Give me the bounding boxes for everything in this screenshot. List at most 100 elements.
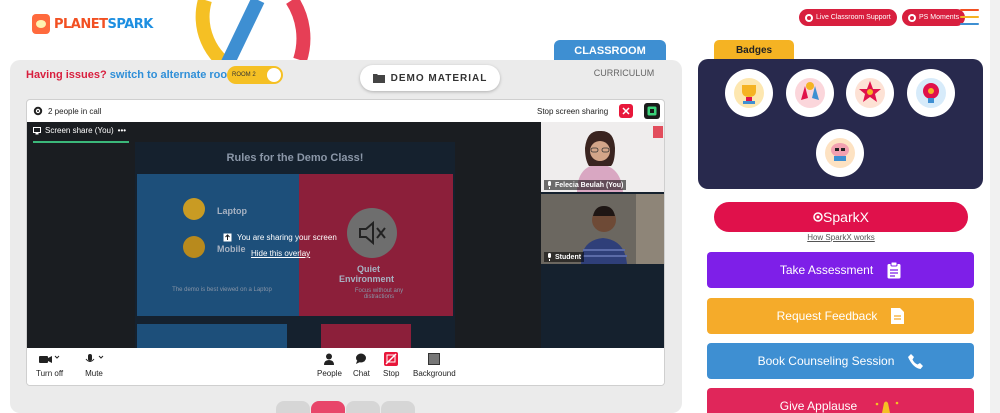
camera-icon [38, 355, 59, 363]
shared-slide: Rules for the Demo Class! Laptop Mobile … [135, 142, 455, 348]
trophy-badge-icon[interactable] [725, 69, 773, 117]
microphone-icon [85, 354, 104, 362]
hamburger-menu-icon[interactable] [960, 9, 979, 25]
people-button[interactable]: People [317, 352, 342, 378]
sparkx-label: SparkX [823, 209, 869, 225]
sparkx-icon [813, 212, 823, 222]
participant-name-teacher: Felecia Beulah (You) [555, 181, 624, 189]
slide-title: Rules for the Demo Class! [226, 152, 364, 164]
ps-moments-button[interactable]: PS Moments [902, 9, 966, 26]
speaker-mute-icon [347, 208, 397, 258]
end-call-button[interactable] [311, 401, 345, 413]
turn-off-label: Turn off [36, 369, 64, 378]
logo-text-b: SPARK [107, 16, 154, 32]
room-toggle[interactable]: ROOM 2 [227, 66, 283, 84]
planet-logo-icon [32, 14, 50, 34]
support-icon [805, 13, 813, 22]
slide-quiet-label: Quiet [357, 264, 381, 274]
participant-label-student: Student [544, 252, 585, 262]
mute-label: Mute [85, 369, 103, 378]
take-assessment-label: Take Assessment [779, 263, 874, 277]
participant-name-student: Student [555, 253, 582, 261]
take-assessment-button[interactable]: Take Assessment [707, 252, 974, 288]
demo-material-button[interactable]: DEMO MATERIAL [360, 65, 500, 91]
chat-button[interactable]: Chat [353, 352, 370, 378]
screen-share-tab[interactable]: Screen share (You) ••• [33, 126, 126, 135]
sharing-overlay-label: You are sharing your screen [237, 233, 337, 242]
tab-menu-icon[interactable]: ••• [118, 126, 126, 135]
demo-material-label: DEMO MATERIAL [390, 72, 488, 84]
chat-label: Chat [353, 369, 370, 378]
monitor-icon [33, 126, 41, 134]
ps-moments-label: PS Moments [919, 14, 960, 21]
applause-icon [875, 401, 899, 413]
participants-sidebar: Felecia Beulah (You) Student [541, 122, 664, 348]
background-icon [428, 353, 441, 365]
people-icon [324, 353, 335, 365]
hide-overlay-link[interactable]: Hide this overlay [251, 249, 310, 258]
hands-badge-icon[interactable] [786, 69, 834, 117]
stop-sharing-label: Stop screen sharing [537, 107, 609, 116]
people-count: 2 people in call [48, 107, 102, 116]
chat-icon [356, 353, 367, 364]
fullscreen-button[interactable] [276, 401, 310, 413]
document-icon [891, 308, 905, 324]
how-sparkx-works-link[interactable]: How SparkX works [714, 233, 968, 242]
book-counseling-button[interactable]: Book Counseling Session [707, 343, 974, 379]
badges-tab: Badges [714, 40, 794, 60]
logo-text-a: PLANET [54, 16, 108, 32]
slide-environment-label: Environment [339, 274, 395, 284]
live-support-button[interactable]: Live Classroom Support [799, 9, 897, 26]
screen-share-button[interactable] [644, 103, 660, 119]
slide-focus-note: Focus without any distractions [354, 288, 404, 300]
planetspark-logo[interactable]: PLANETSPARK [32, 14, 153, 34]
sparkx-button[interactable]: SparkX [714, 202, 968, 232]
stop-label: Stop [383, 369, 400, 378]
participant-tile-student[interactable]: Student [541, 194, 664, 264]
mute-button[interactable]: Mute [83, 352, 105, 378]
phone-icon [908, 353, 924, 369]
sad-face-icon [183, 236, 205, 258]
tab-curriculum[interactable]: CURRICULUM [584, 68, 664, 78]
happy-face-icon [183, 198, 205, 220]
call-header: 2 people in call Stop screen sharing [27, 100, 664, 122]
room-label: ROOM 2 [232, 72, 256, 78]
gear-icon[interactable] [33, 106, 43, 116]
camera-toggle-button[interactable]: Turn off [36, 352, 63, 378]
folder-icon [372, 74, 385, 83]
share-screen-icon [647, 106, 657, 116]
idea-badge-icon[interactable] [907, 69, 955, 117]
brain-badge-icon[interactable] [816, 129, 864, 177]
close-icon [622, 107, 630, 115]
request-feedback-label: Request Feedback [776, 309, 878, 323]
slide-panel-lower-right [321, 324, 411, 348]
share-arrow-icon [223, 233, 232, 242]
issues-label: Having issues? [26, 69, 107, 81]
screen-share-tab-label: Screen share (You) [45, 126, 114, 135]
background-button[interactable]: Background [413, 352, 456, 378]
request-feedback-button[interactable]: Request Feedback [707, 298, 974, 334]
settings-button[interactable] [381, 401, 415, 413]
slide-laptop-note: The demo is best viewed on a Laptop [172, 287, 272, 293]
participant-label-teacher: Felecia Beulah (You) [544, 180, 627, 190]
screen-share-stage: Screen share (You) ••• Rules for the Dem… [27, 122, 541, 348]
stop-sharing-close-button[interactable] [619, 104, 633, 118]
give-applause-button[interactable]: Give Applause [707, 388, 974, 413]
mic-icon [548, 181, 551, 189]
slide-panel-devices: Laptop Mobile The demo is best viewed on… [137, 174, 299, 316]
give-applause-label: Give Applause [779, 399, 858, 413]
sharing-overlay-message: You are sharing your screen [223, 233, 337, 242]
stop-share-button[interactable]: Stop [383, 352, 399, 378]
switch-room-link[interactable]: switch to alternate room [110, 69, 237, 81]
book-counseling-label: Book Counseling Session [757, 354, 895, 368]
tab-classroom[interactable]: CLASSROOM [554, 40, 666, 62]
slide-laptop-label: Laptop [217, 206, 247, 216]
participant-tile-teacher[interactable]: Felecia Beulah (You) [541, 122, 664, 192]
screen-button[interactable] [346, 401, 380, 413]
page-scrollbar[interactable] [990, 0, 1000, 413]
active-tab-indicator [33, 141, 129, 143]
issues-text: Having issues? switch to alternate room [26, 69, 237, 81]
moments-icon [908, 13, 916, 22]
video-call-window: 2 people in call Stop screen sharing Scr… [26, 99, 665, 386]
star-badge-icon[interactable] [846, 69, 894, 117]
